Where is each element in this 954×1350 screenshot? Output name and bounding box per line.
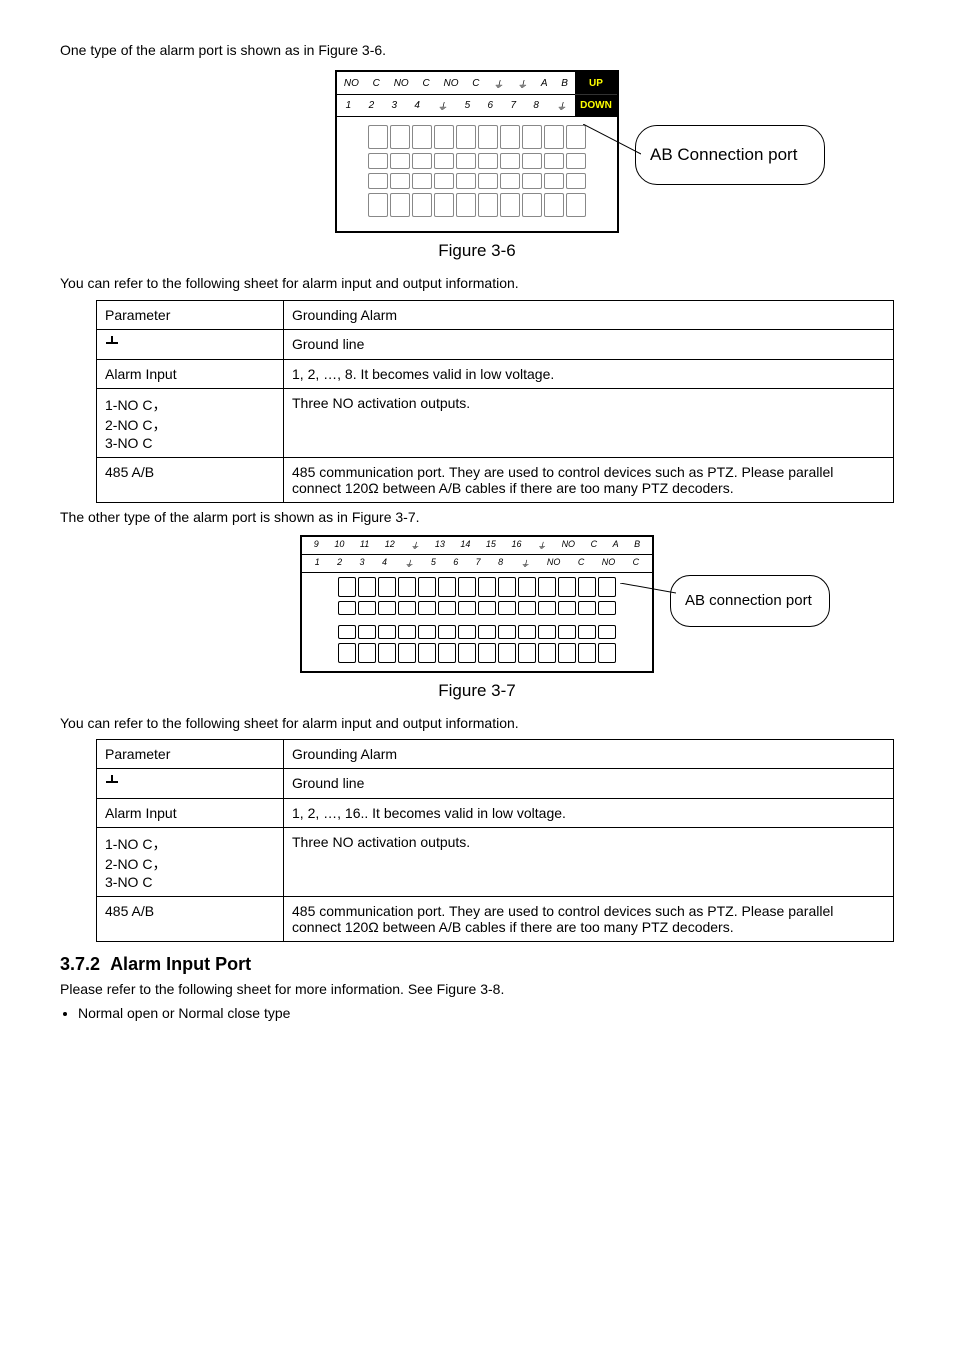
figure-3-7: 9101112⏚13141516⏚NOCAB 1234⏚5678⏚NOCNOC … [60,535,894,673]
ground-icon [105,336,119,350]
fig36-callout: AB Connection port [635,125,825,185]
table-row: 485 A/B485 communication port. They are … [97,897,894,942]
table-row: 1-NO C， 2-NO C， 3-NO CThree NO activatio… [97,828,894,897]
table-row: ParameterGrounding Alarm [97,300,894,329]
fig36-header-row1: NOC NOC NOC ⏚⏚ AB [337,72,575,95]
fig37-leader-line [620,583,676,603]
table-row: Ground line [97,769,894,799]
param-table-1: ParameterGrounding Alarm Ground line Ala… [96,300,894,503]
ground-icon [105,775,119,789]
table-row: 1-NO C， 2-NO C， 3-NO CThree NO activatio… [97,388,894,457]
table2-lead-text: You can refer to the following sheet for… [60,713,894,733]
fig37-header-row2: 1234⏚5678⏚NOCNOC [302,555,652,572]
section-desc: Please refer to the following sheet for … [60,979,894,999]
intro-text-fig37: The other type of the alarm port is show… [60,507,894,527]
fig36-leader-line [583,124,641,164]
table-row: ParameterGrounding Alarm [97,740,894,769]
param-table-2: ParameterGrounding Alarm Ground line Ala… [96,739,894,942]
section-heading: 3.7.2 Alarm Input Port [60,954,894,975]
fig37-connector-body [302,572,652,671]
fig37-callout: AB connection port [670,575,830,627]
table-row: Alarm Input1, 2, …, 16.. It becomes vali… [97,799,894,828]
fig37-header-row1: 9101112⏚13141516⏚NOCAB [302,537,652,555]
table1-lead-text: You can refer to the following sheet for… [60,273,894,293]
fig36-down-label: DOWN [575,95,617,117]
fig36-header-row2: 12 34 ⏚5 67 8⏚ [337,95,575,117]
section-bullet: Normal open or Normal close type [78,1005,894,1021]
fig36-up-label: UP [575,72,617,95]
intro-text-fig36: One type of the alarm port is shown as i… [60,40,894,60]
table-row: Alarm Input1, 2, …, 8. It becomes valid … [97,359,894,388]
fig36-connector-body [337,116,617,231]
fig36-caption: Figure 3-6 [60,241,894,261]
fig37-caption: Figure 3-7 [60,681,894,701]
figure-3-6: NOC NOC NOC ⏚⏚ AB 12 34 ⏚5 67 8⏚ [60,70,894,233]
table-row: 485 A/B485 communication port. They are … [97,457,894,502]
table-row: Ground line [97,329,894,359]
